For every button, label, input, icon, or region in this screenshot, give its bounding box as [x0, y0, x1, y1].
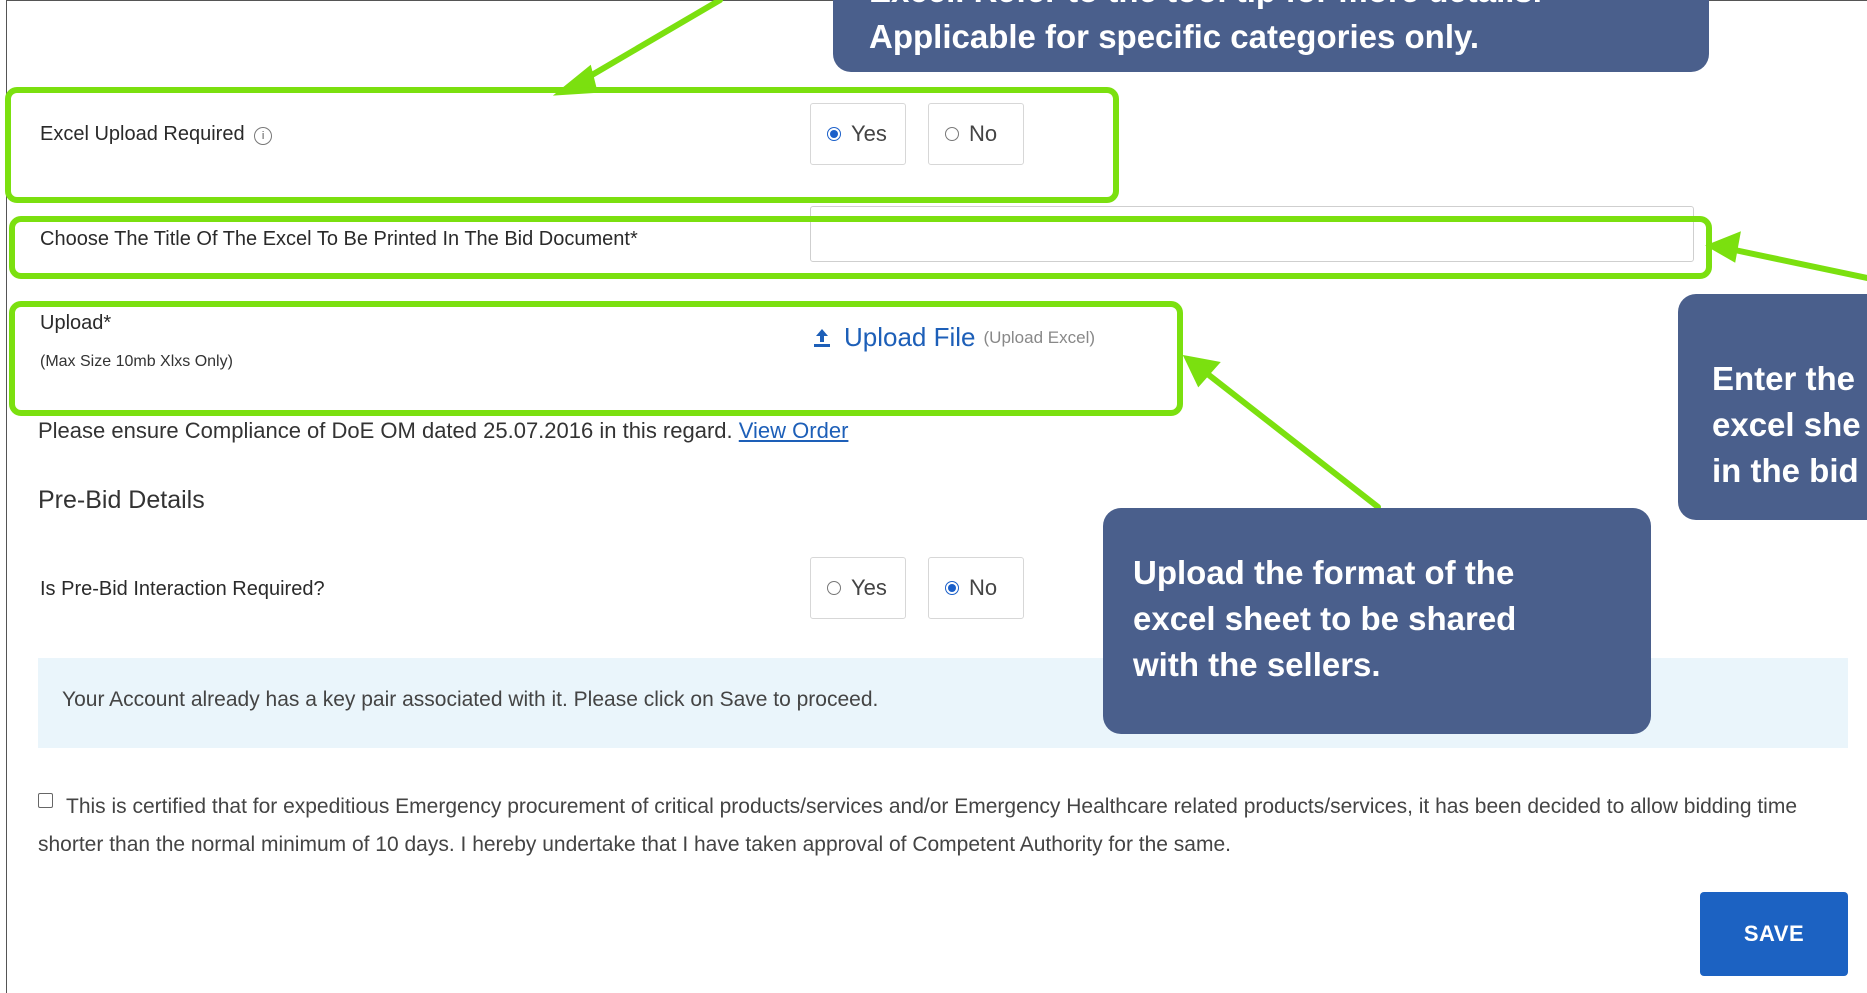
callout-middle: Upload the format of the excel sheet to …: [1103, 508, 1651, 734]
highlight-excel-title: [9, 216, 1712, 279]
callout-right: Enter the excel she in the bid: [1678, 294, 1867, 520]
pre-bid-yes-option[interactable]: Yes: [810, 557, 906, 619]
compliance-text: Please ensure Compliance of DoE OM dated…: [38, 418, 733, 443]
callout-right-line1: Enter the: [1712, 360, 1856, 397]
radio-yes[interactable]: [827, 581, 841, 595]
callout-middle-line3: with the sellers.: [1133, 646, 1381, 683]
compliance-line: Please ensure Compliance of DoE OM dated…: [38, 419, 848, 443]
pre-bid-no-option[interactable]: No: [928, 557, 1024, 619]
radio-label: Yes: [851, 575, 887, 600]
pre-bid-heading: Pre-Bid Details: [38, 486, 205, 514]
callout-middle-line1: Upload the format of the: [1133, 554, 1515, 591]
pre-bid-question: Is Pre-Bid Interaction Required?: [40, 578, 325, 600]
callout-right-line3: in the bid: [1712, 452, 1859, 489]
view-order-link[interactable]: View Order: [739, 418, 849, 443]
callout-top-line2: Applicable for specific categories only.: [869, 18, 1480, 55]
notice-text: Your Account already has a key pair asso…: [62, 688, 879, 711]
callout-top: Excel. Refer to the tool tip for more de…: [833, 0, 1709, 72]
highlight-excel-upload: [5, 87, 1119, 203]
callout-top-line1: Excel. Refer to the tool tip for more de…: [869, 0, 1709, 14]
callout-middle-line2: excel sheet to be shared: [1133, 600, 1517, 637]
certification-text: This is certified that for expeditious E…: [38, 795, 1798, 856]
save-button[interactable]: SAVE: [1700, 892, 1848, 976]
radio-label: No: [969, 575, 998, 600]
callout-right-line2: excel she: [1712, 406, 1861, 443]
radio-no-checked[interactable]: [945, 581, 959, 595]
highlight-upload: [9, 301, 1183, 416]
